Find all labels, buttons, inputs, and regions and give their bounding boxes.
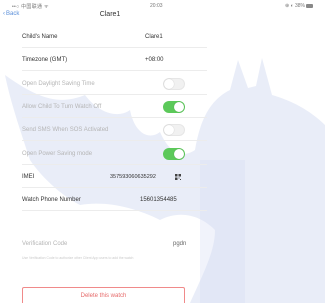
divider: [22, 70, 207, 71]
daylight-saving-label: Open Daylight Saving Time: [22, 81, 95, 87]
carrier-signal: ••○ 中国联通 ᯤ: [12, 4, 49, 10]
verification-code-row: Verification Code pgdn: [0, 233, 325, 255]
divider: [22, 164, 207, 165]
back-button[interactable]: ‹ Back: [3, 11, 19, 17]
divider: [22, 94, 207, 95]
childs-name-label: Child's Name: [22, 34, 58, 40]
turn-watch-off-toggle[interactable]: [163, 101, 185, 113]
verification-code-value: pgdn: [173, 241, 187, 247]
divider: [22, 210, 207, 211]
turn-watch-off-row: Allow Child To Turn Watch Off: [0, 96, 325, 118]
sos-sms-label: Send SMS When SOS Activated: [22, 127, 109, 133]
imei-row[interactable]: IMEI 357593060635292: [0, 166, 325, 188]
timezone-row[interactable]: Timezone (GMT) +08:00: [0, 49, 325, 71]
divider: [22, 117, 207, 118]
battery-status: ⊕ ◐ 38%: [285, 3, 313, 9]
divider: [22, 140, 207, 141]
power-saving-row: Open Power Saving mode: [0, 143, 325, 165]
power-saving-label: Open Power Saving mode: [22, 151, 93, 157]
imei-label: IMEI: [22, 174, 35, 180]
page-title: Clare1: [99, 11, 121, 18]
delete-watch-button[interactable]: Delete this watch: [22, 287, 185, 303]
chevron-left-icon: ‹: [3, 11, 5, 17]
watch-phone-value: 15601354485: [140, 197, 177, 203]
watch-phone-label: Watch Phone Number: [22, 197, 81, 203]
watch-phone-row[interactable]: Watch Phone Number 15601354485: [0, 189, 325, 211]
sos-sms-toggle[interactable]: [163, 124, 185, 136]
battery-icon: [306, 3, 313, 8]
back-label: Back: [6, 11, 20, 17]
qr-code-icon[interactable]: [175, 174, 181, 180]
status-time: 20:03: [150, 3, 163, 9]
navigation-bar: ‹ Back Clare1: [0, 11, 325, 25]
power-saving-toggle[interactable]: [163, 148, 185, 160]
childs-name-row[interactable]: Child's Name Clare1: [0, 26, 325, 48]
divider: [22, 47, 207, 48]
imei-value: 357593060635292: [110, 174, 156, 180]
turn-watch-off-label: Allow Child To Turn Watch Off: [22, 104, 102, 110]
divider: [22, 187, 207, 188]
daylight-saving-toggle[interactable]: [163, 78, 185, 90]
childs-name-value: Clare1: [145, 34, 163, 40]
timezone-label: Timezone (GMT): [22, 57, 68, 63]
daylight-saving-row: Open Daylight Saving Time: [0, 73, 325, 95]
verification-hint: Use Verification Code to authorize other…: [22, 256, 134, 260]
sos-sms-row: Send SMS When SOS Activated: [0, 119, 325, 141]
timezone-value: +08:00: [145, 57, 164, 63]
verification-code-label: Verification Code: [22, 241, 68, 247]
